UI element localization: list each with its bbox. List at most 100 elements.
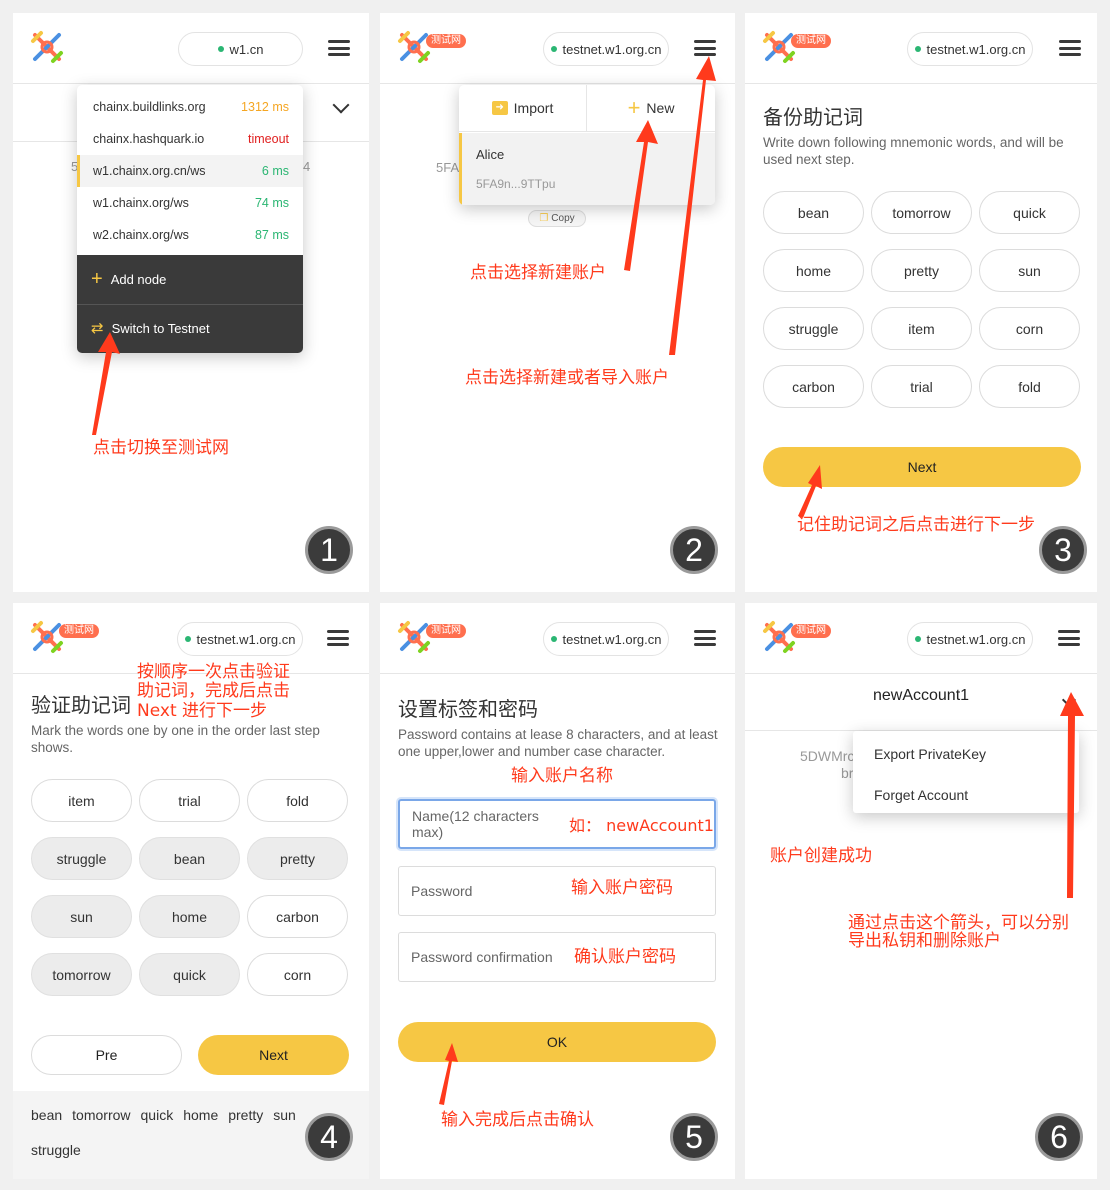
- node-list-item[interactable]: chainx.hashquark.io timeout: [77, 123, 303, 155]
- hamburger-menu-icon[interactable]: [694, 40, 716, 56]
- name-placeholder: Name(12 characters max): [412, 808, 539, 840]
- pre-button[interactable]: Pre: [31, 1035, 182, 1075]
- switch-testnet-label: Switch to Testnet: [111, 321, 210, 336]
- import-icon: ➜: [491, 101, 508, 115]
- node-list-item[interactable]: w2.chainx.org/ws 87 ms: [77, 219, 303, 251]
- selected-word[interactable]: sun: [273, 1107, 296, 1124]
- plus-icon: +: [627, 95, 641, 120]
- mnemonic-word: item: [871, 307, 972, 350]
- node-selector[interactable]: testnet.w1.org.cn: [543, 622, 669, 656]
- testnet-badge: 测试网: [426, 34, 466, 48]
- selected-word[interactable]: pretty: [228, 1107, 263, 1124]
- header: 测试网 testnet.w1.org.cn: [745, 603, 1097, 674]
- mnemonic-word: struggle: [763, 307, 864, 350]
- mnemonic-word[interactable]: tomorrow: [31, 953, 132, 996]
- mnemonic-word: fold: [979, 365, 1080, 408]
- selected-words: bean tomorrow quick home pretty sun struggle: [31, 1107, 316, 1159]
- step5-panel: 测试网 testnet.w1.org.cn 设置标签和密码 Password c…: [380, 603, 735, 1179]
- header: w1.cn: [13, 13, 369, 84]
- node-list-item[interactable]: w1.chainx.org.cn/ws 6 ms: [77, 155, 303, 187]
- node-selector[interactable]: testnet.w1.org.cn: [543, 32, 669, 66]
- node-selector[interactable]: w1.cn: [178, 32, 303, 66]
- mnemonic-word[interactable]: carbon: [247, 895, 348, 938]
- logo-icon[interactable]: [396, 29, 432, 65]
- node-selector[interactable]: testnet.w1.org.cn: [907, 32, 1033, 66]
- node-latency: 74 ms: [254, 196, 289, 210]
- annotation: 导出私钥和删除账户: [848, 931, 1001, 951]
- next-button[interactable]: Next: [198, 1035, 349, 1075]
- new-button[interactable]: + New: [587, 85, 715, 132]
- annotation: 输入账户名称: [511, 766, 613, 786]
- mnemonic-word[interactable]: item: [31, 779, 132, 822]
- annotation: 记住助记词之后点击进行下一步: [797, 515, 1035, 535]
- switch-testnet-button[interactable]: ⇄ Switch to Testnet: [91, 321, 210, 337]
- mnemonic-word[interactable]: pretty: [247, 837, 348, 880]
- step-number: 4: [305, 1113, 353, 1161]
- hamburger-menu-icon[interactable]: [694, 630, 716, 646]
- forget-account-item[interactable]: Forget Account: [874, 787, 968, 803]
- import-label: Import: [513, 100, 554, 116]
- mnemonic-word[interactable]: home: [139, 895, 240, 938]
- page-title: 验证助记词: [31, 695, 131, 717]
- step-number: 5: [670, 1113, 718, 1161]
- header: 测试网 testnet.w1.org.cn: [745, 13, 1097, 84]
- logo-icon[interactable]: [761, 29, 797, 65]
- page-title: 设置标签和密码: [398, 699, 538, 721]
- node-name: testnet.w1.org.cn: [926, 631, 1026, 647]
- account-actions-dropdown: Export PrivateKey Forget Account: [853, 731, 1079, 813]
- mnemonic-word[interactable]: quick: [139, 953, 240, 996]
- mnemonic-word: sun: [979, 249, 1080, 292]
- logo-icon[interactable]: [29, 29, 65, 65]
- name-input[interactable]: Name(12 characters max) 如： newAccount1: [398, 799, 716, 849]
- step3-panel: 测试网 testnet.w1.org.cn 备份助记词 Write down f…: [745, 13, 1097, 592]
- node-latency: 87 ms: [254, 228, 289, 242]
- annotation: 输入账户密码: [571, 878, 673, 898]
- selected-word[interactable]: quick: [141, 1107, 174, 1124]
- mnemonic-word[interactable]: corn: [247, 953, 348, 996]
- mnemonic-word: quick: [979, 191, 1080, 234]
- annotation: 确认账户密码: [574, 947, 676, 967]
- ok-button[interactable]: OK: [398, 1022, 716, 1062]
- testnet-badge: 测试网: [791, 624, 831, 638]
- hamburger-menu-icon[interactable]: [1059, 40, 1081, 56]
- plus-icon: +: [91, 268, 103, 290]
- annotation: 点击切换至测试网: [93, 438, 229, 458]
- mnemonic-word[interactable]: struggle: [31, 837, 132, 880]
- copy-button[interactable]: ❐ Copy: [528, 210, 586, 227]
- chevron-down-icon[interactable]: [332, 96, 350, 114]
- logo-icon[interactable]: [396, 619, 432, 655]
- divider: [77, 304, 303, 305]
- node-selector[interactable]: testnet.w1.org.cn: [177, 622, 303, 656]
- import-button[interactable]: ➜ Import: [459, 85, 587, 132]
- node-latency: 1312 ms: [241, 100, 289, 114]
- account-address: 5FA9n...9TTpu: [476, 177, 556, 191]
- selected-word[interactable]: home: [183, 1107, 218, 1124]
- step4-panel: 测试网 testnet.w1.org.cn 验证助记词 Mark the wor…: [13, 603, 369, 1179]
- export-privatekey-item[interactable]: Export PrivateKey: [874, 746, 986, 762]
- logo-icon[interactable]: [29, 619, 65, 655]
- add-node-button[interactable]: + Add node: [91, 268, 166, 290]
- mnemonic-word[interactable]: fold: [247, 779, 348, 822]
- account-item[interactable]: Alice 5FA9n...9TTpu: [459, 133, 715, 205]
- logo-icon[interactable]: [761, 619, 797, 655]
- step-number: 1: [305, 526, 353, 574]
- hamburger-menu-icon[interactable]: [1058, 630, 1080, 646]
- mnemonic-word[interactable]: bean: [139, 837, 240, 880]
- selected-word[interactable]: struggle: [31, 1142, 81, 1159]
- selected-word[interactable]: bean: [31, 1107, 62, 1124]
- node-selector[interactable]: testnet.w1.org.cn: [907, 622, 1033, 656]
- page-description: Write down following mnemonic words, and…: [763, 135, 1064, 167]
- hamburger-menu-icon[interactable]: [327, 630, 349, 646]
- copy-icon: ❐: [539, 213, 549, 224]
- hamburger-menu-icon[interactable]: [328, 40, 350, 56]
- header: 测试网 testnet.w1.org.cn: [380, 603, 735, 674]
- selected-word[interactable]: tomorrow: [72, 1107, 130, 1124]
- mnemonic-word: home: [763, 249, 864, 292]
- node-list-item[interactable]: chainx.buildlinks.org 1312 ms: [77, 91, 303, 123]
- mnemonic-word[interactable]: sun: [31, 895, 132, 938]
- mnemonic-word[interactable]: trial: [139, 779, 240, 822]
- step1-panel: w1.cn 5 4 chainx.buildlinks.org 1312 ms ch…: [13, 13, 369, 592]
- name-example-annotation: 如： newAccount1: [569, 816, 714, 835]
- next-button[interactable]: Next: [763, 447, 1081, 487]
- node-list-item[interactable]: w1.chainx.org/ws 74 ms: [77, 187, 303, 219]
